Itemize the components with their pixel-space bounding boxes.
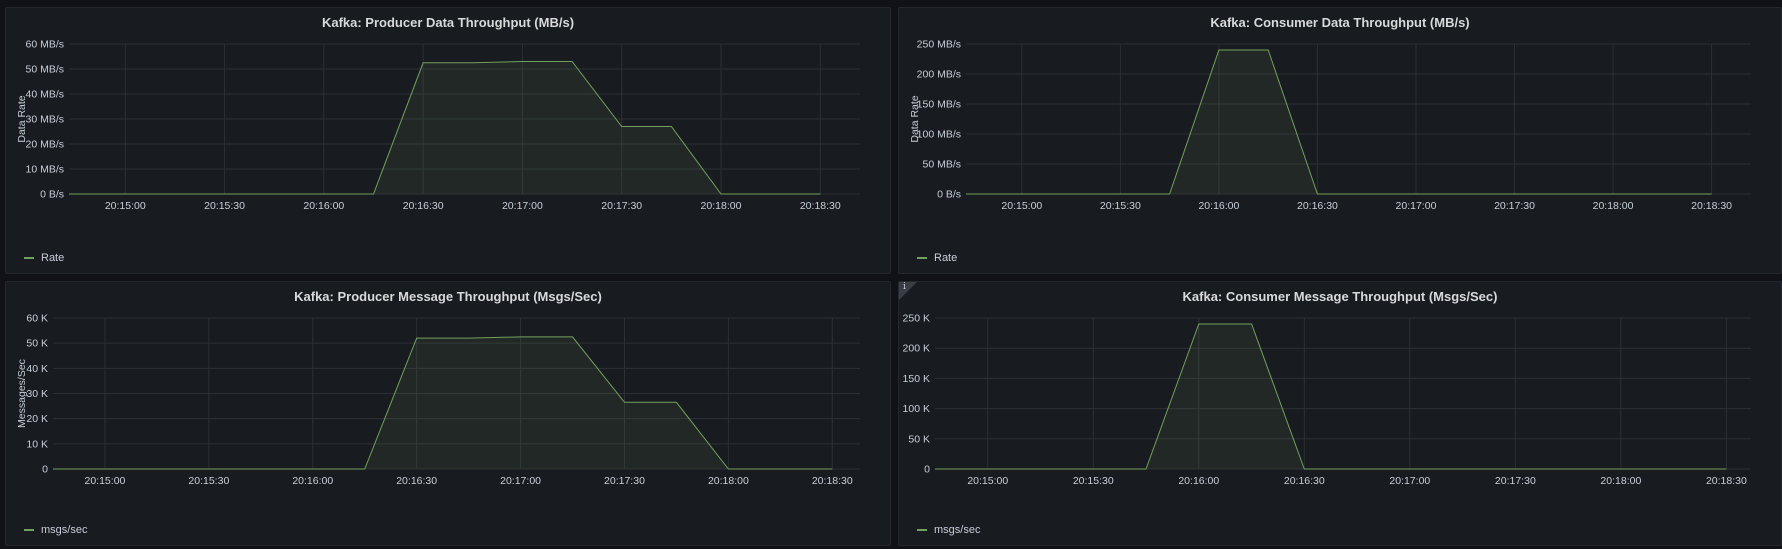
y-tick-label: 250 K [903, 313, 930, 325]
y-tick-label: 250 MB/s [917, 39, 961, 51]
x-tick-label: 20:18:00 [701, 200, 742, 212]
y-tick-label: 0 [42, 464, 48, 476]
y-tick-label: 50 MB/s [25, 64, 64, 76]
panel-consumer-message-throughput[interactable]: i Kafka: Consumer Message Throughput (Ms… [898, 281, 1782, 546]
producer-data-throughput-chart[interactable]: 0 B/s 10 MB/s 20 MB/s 30 MB/s 40 MB/s 50 MB/s… [6, 8, 892, 275]
x-tick-label: 20:17:00 [500, 475, 541, 487]
y-axis-label: Messages/Sec [16, 359, 28, 428]
x-tick-label: 20:15:30 [204, 200, 245, 212]
x-tick-label: 20:15:00 [85, 475, 126, 487]
x-tick-label: 20:18:30 [800, 200, 841, 212]
y-tick-label: 0 B/s [40, 189, 64, 201]
legend[interactable]: msgs/sec [24, 524, 87, 536]
x-tick-label: 20:18:00 [1593, 200, 1634, 212]
legend-color-swatch [24, 257, 34, 259]
x-tick-label: 20:17:00 [502, 200, 543, 212]
x-tick-label: 20:16:30 [396, 475, 437, 487]
panel-producer-data-throughput[interactable]: Kafka: Producer Data Throughput (MB/s) 0… [5, 7, 891, 274]
y-tick-label: 10 MB/s [25, 164, 64, 176]
series-line [966, 49, 1712, 195]
series-area-fill [935, 324, 1727, 469]
y-axis-label: Data Rate [16, 95, 28, 142]
y-tick-label: 10 K [26, 438, 48, 450]
y-tick-label: 50 K [908, 433, 930, 445]
x-tick-label: 20:18:00 [708, 475, 749, 487]
x-tick-label: 20:16:30 [1284, 475, 1325, 487]
legend[interactable]: Rate [24, 252, 64, 264]
legend-color-swatch [917, 529, 927, 531]
legend-series-label: msgs/sec [41, 524, 88, 536]
x-tick-label: 20:15:30 [1073, 475, 1114, 487]
y-tick-label: 0 [924, 464, 930, 476]
legend[interactable]: Rate [917, 252, 957, 264]
legend-color-swatch [917, 257, 927, 259]
y-tick-label: 150 K [903, 373, 930, 385]
panel-producer-message-throughput[interactable]: Kafka: Producer Message Throughput (Msgs… [5, 281, 891, 546]
y-tick-label: 60 K [26, 313, 48, 325]
y-tick-label: 100 MB/s [917, 129, 961, 141]
x-tick-label: 20:15:00 [967, 475, 1008, 487]
x-tick-label: 20:18:30 [812, 475, 853, 487]
x-tick-label: 20:16:00 [1178, 475, 1219, 487]
y-tick-label: 50 K [26, 338, 48, 350]
x-tick-label: 20:16:00 [303, 200, 344, 212]
x-tick-label: 20:17:30 [1495, 475, 1536, 487]
y-tick-label: 200 K [903, 343, 930, 355]
x-tick-label: 20:15:30 [188, 475, 229, 487]
x-tick-label: 20:15:00 [1001, 200, 1042, 212]
legend-series-label: Rate [41, 252, 65, 264]
consumer-data-throughput-chart[interactable]: 0 B/s 50 MB/s 100 MB/s 150 MB/s 200 MB/s 250 … [899, 8, 1782, 275]
legend[interactable]: msgs/sec [917, 524, 980, 536]
x-tick-label: 20:17:30 [1494, 200, 1535, 212]
y-tick-label: 30 K [26, 388, 48, 400]
y-tick-label: 20 K [26, 413, 48, 425]
consumer-message-throughput-chart[interactable]: 0 50 K 100 K 150 K 200 K 250 K 20:15:00 20:15:3… [899, 282, 1782, 547]
legend-series-label: Rate [934, 252, 958, 264]
y-tick-label: 50 MB/s [922, 159, 961, 171]
x-tick-label: 20:17:30 [604, 475, 645, 487]
x-tick-label: 20:15:00 [105, 200, 146, 212]
x-tick-label: 20:17:30 [601, 200, 642, 212]
legend-series-label: msgs/sec [934, 524, 981, 536]
x-tick-label: 20:15:30 [1100, 200, 1141, 212]
y-tick-label: 30 MB/s [25, 114, 64, 126]
y-tick-label: 20 MB/s [25, 139, 64, 151]
y-tick-label: 150 MB/s [917, 99, 961, 111]
producer-message-throughput-chart[interactable]: 0 10 K 20 K 30 K 40 K 50 K 60 K 20:15:00 20:15:3… [6, 282, 892, 547]
legend-color-swatch [24, 529, 34, 531]
series-area-fill [69, 61, 821, 194]
y-tick-label: 0 B/s [937, 189, 961, 201]
series-area-fill [53, 336, 833, 469]
x-tick-label: 20:16:00 [292, 475, 333, 487]
series-line [935, 323, 1727, 470]
x-tick-label: 20:16:30 [403, 200, 444, 212]
x-tick-label: 20:18:30 [1691, 200, 1732, 212]
x-tick-label: 20:18:30 [1706, 475, 1747, 487]
x-tick-label: 20:18:00 [1600, 475, 1641, 487]
y-tick-label: 60 MB/s [25, 39, 64, 51]
y-tick-label: 40 MB/s [25, 89, 64, 101]
y-tick-label: 40 K [26, 363, 48, 375]
panel-consumer-data-throughput[interactable]: Kafka: Consumer Data Throughput (MB/s) 0… [898, 7, 1782, 274]
y-axis-label: Data Rate [909, 95, 921, 142]
y-tick-label: 100 K [903, 403, 930, 415]
y-tick-label: 200 MB/s [917, 69, 961, 81]
x-tick-label: 20:17:00 [1396, 200, 1437, 212]
x-tick-label: 20:16:30 [1297, 200, 1338, 212]
series-area-fill [966, 50, 1712, 194]
x-tick-label: 20:17:00 [1389, 475, 1430, 487]
x-tick-label: 20:16:00 [1198, 200, 1239, 212]
